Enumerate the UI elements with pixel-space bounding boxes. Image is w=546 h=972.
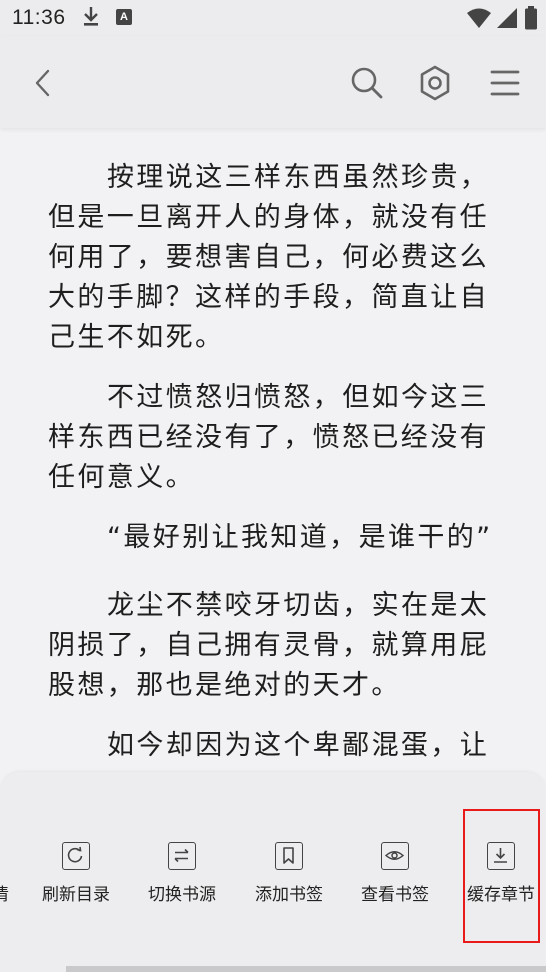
view-bookmarks-button[interactable]: 查看书签 [350, 842, 440, 942]
menu-item-partial-label[interactable]: 清 [0, 880, 9, 905]
app-notification-icon: A [116, 9, 132, 25]
refresh-catalog-button[interactable]: 刷新目录 [31, 842, 121, 942]
status-bar: 11:36 A [0, 0, 546, 36]
chapter-content: 按理说这三样东西虽然珍贵，但是一旦离开人的身体，就没有任何用了，要想害自己，何必… [0, 128, 546, 774]
home-indicator-bar [66, 966, 546, 972]
wifi-icon [466, 7, 492, 33]
switch-source-label: 切换书源 [148, 885, 216, 905]
eye-icon [381, 842, 409, 870]
signal-icon [496, 7, 518, 33]
status-time: 11:36 [12, 6, 66, 29]
battery-icon [524, 6, 538, 34]
reader-toolbar [0, 36, 546, 128]
refresh-catalog-label: 刷新目录 [42, 885, 110, 905]
settings-icon[interactable] [418, 64, 452, 106]
content-paragraph: 如今却因为这个卑鄙混蛋，让 [107, 730, 490, 761]
bookmark-icon [275, 842, 303, 870]
refresh-icon [62, 842, 90, 870]
selection-highlight-box [463, 809, 540, 943]
view-bookmarks-label: 查看书签 [361, 885, 429, 905]
switch-source-button[interactable]: 切换书源 [137, 842, 227, 942]
download-status-icon [82, 6, 100, 32]
swap-icon [168, 842, 196, 870]
content-paragraph: “最好别让我知道，是谁干的” [107, 522, 493, 553]
content-paragraph: 不过愤怒归愤怒，但如今这三样东西已经没有了，愤怒已经没有任何意义。 [48, 382, 490, 493]
add-bookmark-label: 添加书签 [255, 885, 323, 905]
content-paragraph: 按理说这三样东西虽然珍贵，但是一旦离开人的身体，就没有任何用了，要想害自己，何必… [48, 162, 490, 353]
content-paragraph: 龙尘不禁咬牙切齿，实在是太阴损了，自己拥有灵骨，就算用屁股想，那也是绝对的天才。 [48, 590, 490, 701]
search-icon[interactable] [350, 66, 384, 104]
back-icon[interactable] [30, 66, 54, 104]
add-bookmark-button[interactable]: 添加书签 [244, 842, 334, 942]
menu-icon[interactable] [490, 69, 520, 101]
